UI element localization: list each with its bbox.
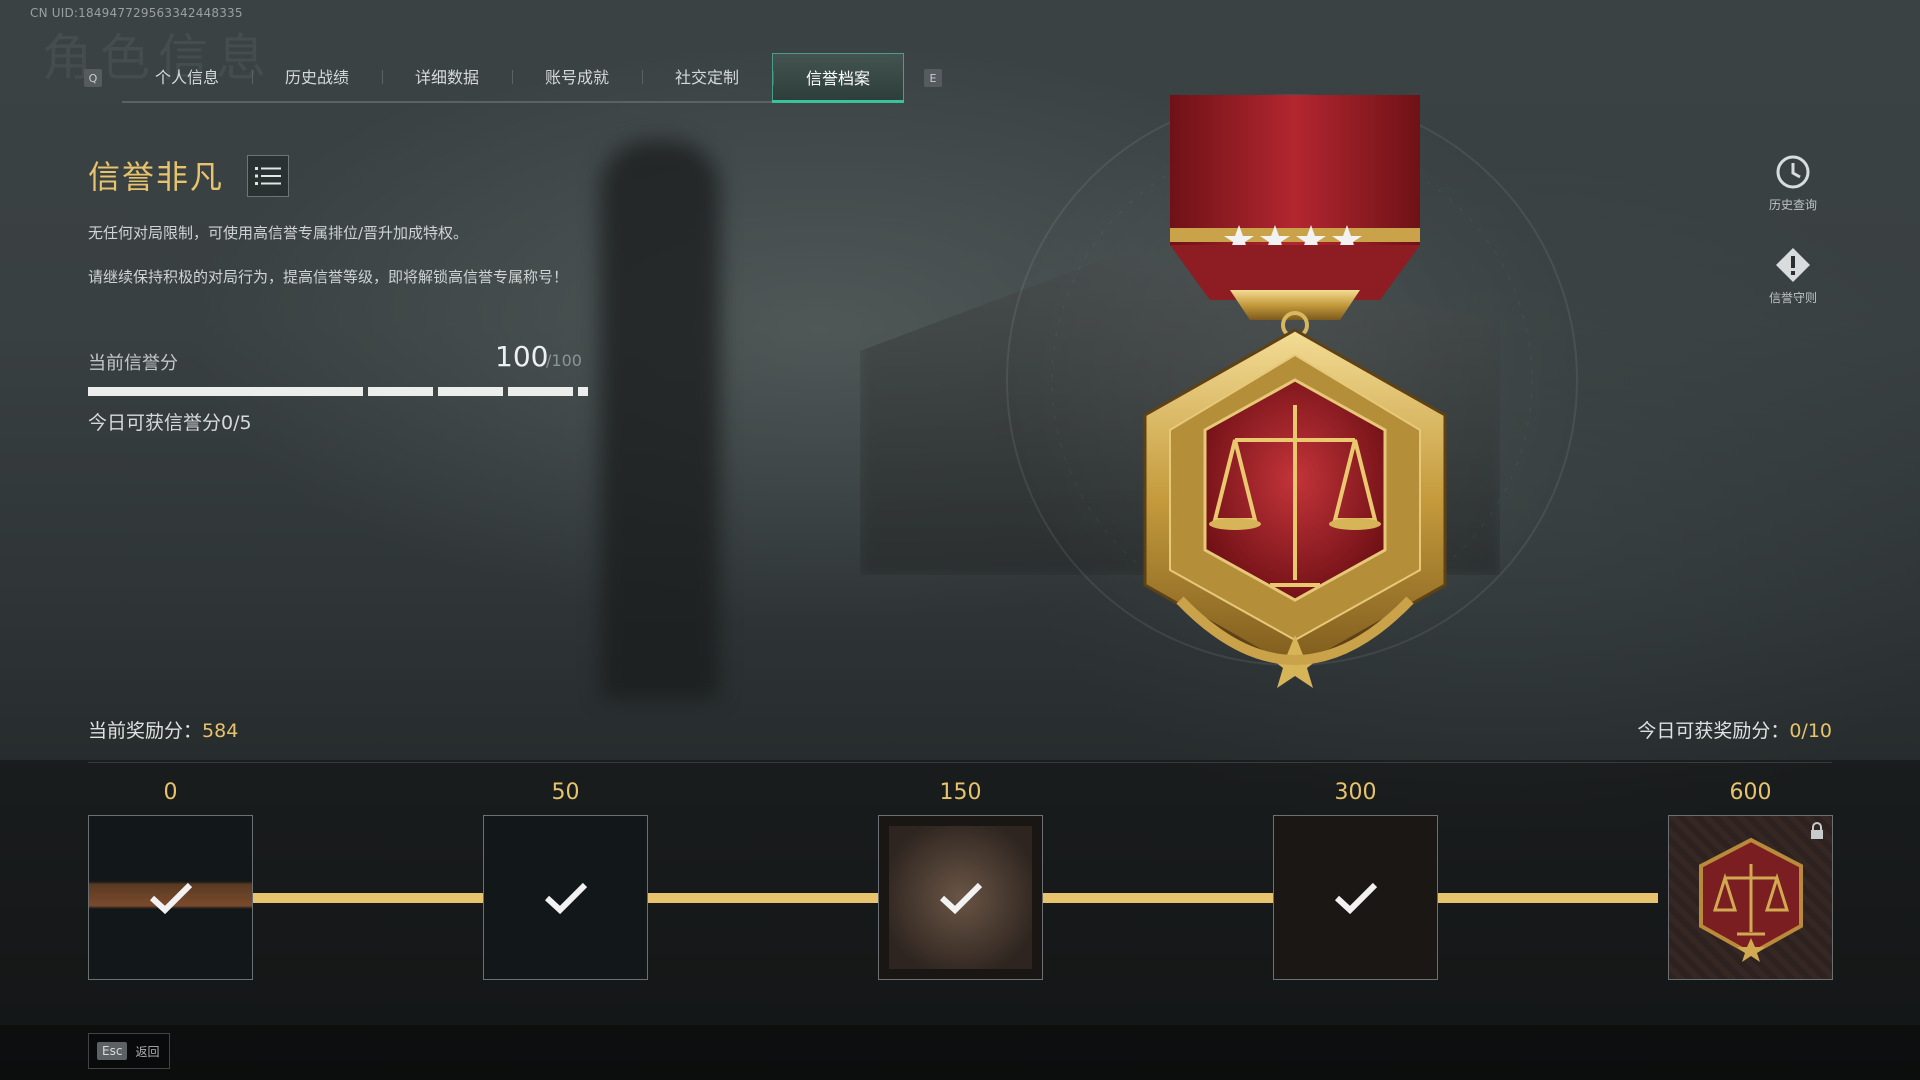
back-label: 返回 (135, 1044, 160, 1059)
today-reward-value: 0/10 (1789, 720, 1832, 742)
today-reward-text: 今日可获奖励分： (1637, 720, 1790, 742)
tier-threshold: 300 (1334, 780, 1377, 805)
reward-tier-1[interactable] (483, 815, 648, 980)
credit-segment (438, 387, 503, 396)
current-reward-value: 584 (202, 720, 239, 742)
reward-divider (88, 762, 1832, 763)
back-button[interactable]: Esc 返回 (88, 1033, 170, 1069)
reputation-medal-image (1002, 90, 1582, 688)
credit-max: /100 (546, 351, 582, 370)
tab-reputation[interactable]: 信誉档案 (772, 53, 904, 103)
credit-segment (88, 387, 363, 396)
tab-detailed-data[interactable]: 详细数据 (382, 53, 512, 99)
tab-strip: 个人信息 历史战绩 详细数据 账号成就 社交定制 信誉档案 (122, 53, 904, 103)
reward-tier-3[interactable] (1273, 815, 1438, 980)
history-clock-icon (1776, 155, 1810, 189)
check-icon (149, 882, 192, 914)
reward-track-segment (648, 893, 878, 903)
tier-threshold: 0 (163, 780, 178, 805)
check-icon (544, 882, 587, 914)
history-query-button[interactable]: 历史查询 (1748, 154, 1838, 213)
list-icon (255, 167, 281, 185)
reward-tier-0[interactable] (88, 815, 253, 980)
tab-personal-info[interactable]: 个人信息 (122, 53, 252, 99)
tab-achievements[interactable]: 账号成就 (512, 53, 642, 99)
honor-level-title: 信誉非凡 (88, 158, 225, 196)
bottom-bar (0, 1025, 1920, 1080)
credit-segment (368, 387, 433, 396)
lock-icon (1811, 822, 1823, 839)
alert-diamond-icon (1776, 248, 1810, 282)
credit-label: 当前信誉分 (88, 353, 178, 374)
honor-desc-2: 请继续保持积极的对局行为，提高信誉等级，即将解锁高信誉专属称号！ (88, 268, 569, 286)
tab-match-history[interactable]: 历史战绩 (252, 53, 382, 99)
bg-statue (600, 140, 720, 700)
reward-track-segment (1043, 893, 1273, 903)
today-reward-label: 今日可获奖励分：0/10 (1637, 716, 1832, 743)
tab-social-custom[interactable]: 社交定制 (642, 53, 772, 99)
tier-threshold: 50 (551, 780, 580, 805)
today-credit-label: 今日可获信誉分0/5 (88, 412, 252, 434)
level-list-button[interactable] (247, 155, 289, 197)
next-tab-key[interactable]: E (924, 69, 942, 87)
reputation-rules-button[interactable]: 信誉守则 (1748, 247, 1838, 306)
tab-bar: Q 个人信息 历史战绩 详细数据 账号成就 社交定制 信誉档案 E (84, 53, 942, 103)
credit-segment (508, 387, 573, 396)
reward-track-segment (1438, 893, 1658, 903)
credit-segment (578, 387, 588, 396)
reward-tier-2[interactable] (878, 815, 1043, 980)
prev-tab-key[interactable]: Q (84, 69, 102, 87)
reputation-rules-label: 信誉守则 (1768, 291, 1817, 305)
reward-tier-4[interactable] (1668, 815, 1833, 980)
tier-threshold: 600 (1729, 780, 1772, 805)
current-reward-text: 当前奖励分： (88, 720, 203, 742)
history-query-label: 历史查询 (1768, 198, 1817, 212)
reward-track-segment (253, 893, 483, 903)
scales-emblem-icon (1699, 837, 1803, 962)
check-icon (1334, 882, 1377, 914)
honor-desc-1: 无任何对局限制，可使用高信誉专属排位/晋升加成特权。 (88, 224, 469, 242)
tier-threshold: 150 (939, 780, 982, 805)
current-reward-label: 当前奖励分：584 (88, 716, 238, 743)
check-icon (939, 882, 982, 914)
credit-value: 100 (495, 340, 549, 373)
esc-key: Esc (97, 1042, 128, 1060)
